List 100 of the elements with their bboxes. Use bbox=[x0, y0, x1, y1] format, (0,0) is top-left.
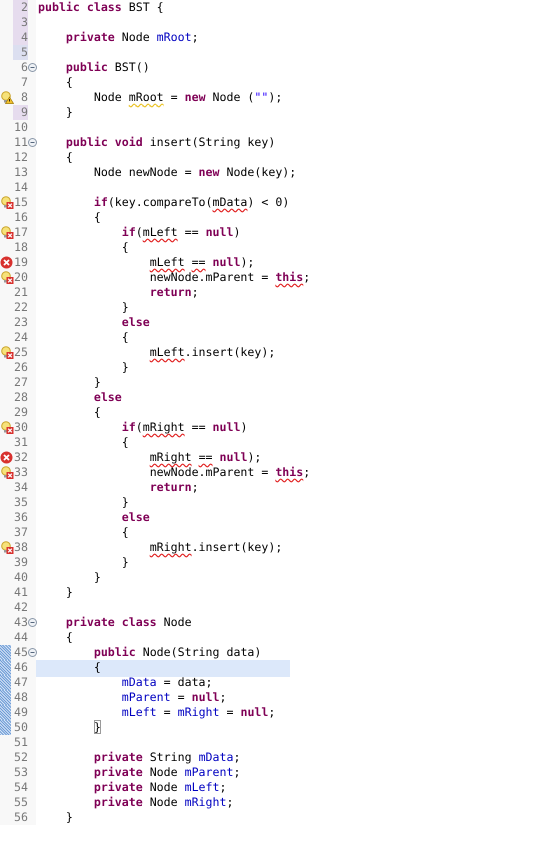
code-line: newNode.mParent = this; bbox=[148, 465, 312, 481]
line-number: 28 bbox=[13, 390, 28, 405]
code-line: else bbox=[120, 315, 151, 331]
lightbulb-error-icon[interactable] bbox=[0, 466, 14, 479]
line-number: 29 bbox=[13, 405, 28, 420]
code-line: } bbox=[120, 360, 130, 376]
line-number: 21 bbox=[13, 285, 28, 300]
lightbulb-error-icon[interactable] bbox=[0, 541, 14, 554]
line-number: 41 bbox=[13, 585, 28, 600]
line-number: 2 bbox=[13, 0, 28, 15]
line-number: 38 bbox=[13, 540, 28, 555]
code-line: { bbox=[92, 405, 102, 421]
range-marker bbox=[0, 720, 11, 735]
line-number: 43 bbox=[13, 615, 28, 630]
collapse-icon[interactable] bbox=[28, 618, 37, 627]
line-number: 49 bbox=[13, 705, 28, 720]
range-marker bbox=[0, 675, 11, 690]
collapse-icon[interactable] bbox=[28, 138, 37, 147]
code-line: if(mRight == null) bbox=[120, 420, 248, 436]
range-marker bbox=[0, 660, 11, 675]
line-number: 7 bbox=[20, 75, 28, 90]
line-number: 36 bbox=[13, 510, 28, 525]
code-line: private Node mRoot; bbox=[64, 30, 200, 46]
line-number: 12 bbox=[13, 150, 28, 165]
range-marker bbox=[0, 690, 11, 705]
line-number: 5 bbox=[13, 45, 28, 60]
code-line: newNode.mParent = this; bbox=[148, 270, 312, 286]
line-number: 51 bbox=[13, 735, 28, 750]
code-line: else bbox=[120, 510, 151, 526]
line-number: 13 bbox=[13, 165, 28, 180]
code-line: mData = data; bbox=[120, 675, 214, 691]
code-line: } bbox=[92, 375, 102, 391]
line-number: 45 bbox=[13, 645, 28, 660]
code-line: } bbox=[92, 720, 102, 736]
code-line: } bbox=[64, 105, 74, 121]
line-number: 48 bbox=[13, 690, 28, 705]
code-line: { bbox=[120, 525, 130, 541]
code-line: private String mData; bbox=[92, 750, 242, 766]
line-number: 54 bbox=[13, 780, 28, 795]
code-line: mLeft = mRight = null; bbox=[120, 705, 276, 721]
line-number: 14 bbox=[13, 180, 28, 195]
collapse-icon[interactable] bbox=[28, 648, 37, 657]
code-line: private Node mLeft; bbox=[92, 780, 228, 796]
line-number: 55 bbox=[13, 795, 28, 810]
line-number: 4 bbox=[13, 30, 28, 45]
lightbulb-error-icon[interactable] bbox=[0, 346, 14, 359]
code-line: private Node mRight; bbox=[92, 795, 234, 811]
code-line: } bbox=[120, 555, 130, 571]
line-number: 30 bbox=[13, 420, 28, 435]
code-line: Node newNode = new Node(key); bbox=[92, 165, 298, 181]
line-number: 31 bbox=[13, 435, 28, 450]
code-line: mRight.insert(key); bbox=[148, 540, 284, 556]
code-line: public Node(String data) bbox=[92, 645, 262, 661]
line-number: 23 bbox=[13, 315, 28, 330]
error-icon[interactable] bbox=[0, 451, 13, 464]
line-number: 39 bbox=[13, 555, 28, 570]
line-number: 8 bbox=[20, 90, 28, 105]
code-line: return; bbox=[148, 480, 200, 496]
lightbulb-error-icon[interactable] bbox=[0, 226, 14, 239]
code-line: } bbox=[92, 570, 102, 586]
range-marker bbox=[0, 645, 11, 660]
line-number: 20 bbox=[13, 270, 28, 285]
code-line: if(mLeft == null) bbox=[120, 225, 242, 241]
line-number: 9 bbox=[13, 105, 28, 120]
line-number: 37 bbox=[13, 525, 28, 540]
line-number: 19 bbox=[13, 255, 28, 270]
line-number: 33 bbox=[13, 465, 28, 480]
code-line: private Node mParent; bbox=[92, 765, 242, 781]
line-number: 17 bbox=[13, 225, 28, 240]
code-line: if(key.compareTo(mData) < 0) bbox=[92, 195, 290, 211]
code-line: mRight == null); bbox=[148, 450, 262, 466]
code-line: } bbox=[64, 585, 74, 601]
line-number: 15 bbox=[13, 195, 28, 210]
line-number: 52 bbox=[13, 750, 28, 765]
collapse-icon[interactable] bbox=[28, 63, 37, 72]
lightbulb-error-icon[interactable] bbox=[0, 421, 14, 434]
code-line: } bbox=[120, 495, 130, 511]
line-number: 32 bbox=[13, 450, 28, 465]
code-line: { bbox=[92, 210, 102, 226]
line-number: 42 bbox=[13, 600, 28, 615]
line-number: 26 bbox=[13, 360, 28, 375]
line-number: 47 bbox=[13, 675, 28, 690]
code-line: { bbox=[64, 150, 74, 166]
line-number: 46 bbox=[13, 660, 28, 675]
code-line: Node mRoot = new Node (""); bbox=[92, 90, 284, 106]
lightbulb-error-icon[interactable] bbox=[0, 196, 14, 209]
line-number: 27 bbox=[13, 375, 28, 390]
lightbulb-warning-icon[interactable] bbox=[0, 91, 14, 104]
code-line: { bbox=[120, 435, 130, 451]
code-line: { bbox=[120, 330, 130, 346]
code-line: { bbox=[64, 75, 74, 91]
line-number: 50 bbox=[13, 720, 28, 735]
code-line: public class BST { bbox=[37, 0, 165, 16]
code-line: mParent = null; bbox=[120, 690, 228, 706]
line-number: 44 bbox=[13, 630, 28, 645]
lightbulb-error-icon[interactable] bbox=[0, 271, 14, 284]
error-icon[interactable] bbox=[0, 256, 13, 269]
line-number: 22 bbox=[13, 300, 28, 315]
code-line: return; bbox=[148, 285, 200, 301]
line-number: 53 bbox=[13, 765, 28, 780]
